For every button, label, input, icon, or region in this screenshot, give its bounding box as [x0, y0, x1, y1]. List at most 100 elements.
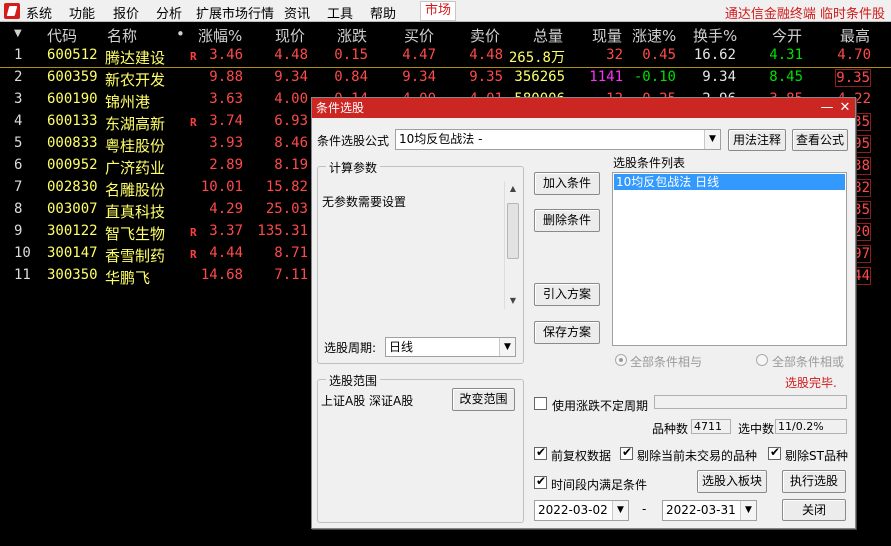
col-change-pct[interactable]: 涨幅%: [198, 25, 242, 46]
scroll-down-icon[interactable]: ▼: [505, 293, 521, 309]
col-ask[interactable]: 卖价: [470, 25, 500, 46]
speed: -0.10: [633, 69, 676, 85]
params-scrollbar[interactable]: ▲ ▼: [504, 181, 520, 309]
pre-adjust-label: 前复权数据: [551, 449, 612, 463]
menu-function[interactable]: 功能: [69, 3, 95, 22]
chevron-down-icon[interactable]: ▼: [612, 501, 628, 520]
stock-code: 600512: [47, 47, 98, 63]
close-button[interactable]: 关闭: [782, 499, 846, 521]
current-volume: 1141: [589, 69, 623, 85]
pre-adjust-checkbox[interactable]: [534, 445, 547, 460]
menu-help[interactable]: 帮助: [370, 3, 396, 22]
ask-price: 9.35: [469, 69, 503, 85]
exclude-untraded-label: 剔除当前未交易的品种: [637, 449, 758, 463]
row-index: 9: [14, 223, 23, 239]
view-formula-button[interactable]: 查看公式: [792, 129, 848, 151]
col-code[interactable]: 代码: [47, 25, 77, 46]
save-plan-button[interactable]: 保存方案: [534, 321, 600, 344]
to-block-button[interactable]: 选股入板块: [697, 470, 767, 493]
date-to-select[interactable]: 2022-03-31 ▼: [662, 500, 757, 521]
menu-market-tab[interactable]: 市场: [420, 1, 456, 21]
menu-tools[interactable]: 工具: [327, 3, 353, 22]
exclude-untraded-checkbox[interactable]: [620, 445, 633, 460]
menu-news[interactable]: 资讯: [284, 3, 310, 22]
price: 4.48: [274, 47, 308, 63]
stock-code: 003007: [47, 201, 98, 217]
minimize-icon[interactable]: —: [819, 98, 835, 118]
price: 4.00: [274, 91, 308, 107]
col-price[interactable]: 现价: [275, 25, 305, 46]
col-name[interactable]: 名称: [107, 25, 137, 46]
formula-value: 10均反包战法 -: [399, 132, 483, 146]
row-index: 11: [14, 267, 31, 283]
price: 6.93: [274, 113, 308, 129]
app-logo-icon: [4, 3, 20, 19]
change-pct: 4.29: [209, 201, 243, 217]
row-index: 1: [14, 47, 23, 63]
row-index: 7: [14, 179, 23, 195]
ask-price: 4.48: [469, 47, 503, 63]
high-price: 9.35: [835, 69, 871, 87]
chevron-down-icon[interactable]: ▼: [740, 501, 756, 520]
col-bid[interactable]: 买价: [404, 25, 434, 46]
uncertain-period-checkbox[interactable]: [534, 397, 547, 410]
col-turnover[interactable]: 换手%: [693, 25, 737, 46]
row-index: 3: [14, 91, 23, 107]
period-filter-checkbox[interactable]: [534, 474, 547, 489]
col-volume[interactable]: 总量: [533, 25, 563, 46]
col-diff[interactable]: 涨跌: [337, 25, 367, 46]
stock-name: 名雕股份: [105, 181, 166, 199]
radio-and[interactable]: [615, 354, 627, 366]
add-condition-button[interactable]: 加入条件: [534, 172, 600, 195]
menu-quote[interactable]: 报价: [113, 3, 139, 22]
close-icon[interactable]: ✕: [837, 98, 853, 118]
price: 15.82: [265, 179, 308, 195]
selected-value: 11/0.2%: [775, 419, 847, 434]
date-from-select[interactable]: 2022-03-02 ▼: [534, 500, 629, 521]
row-index: 8: [14, 201, 23, 217]
open-price: 8.45: [769, 69, 803, 85]
run-select-button[interactable]: 执行选股: [782, 470, 846, 493]
change-pct: 2.89: [209, 157, 243, 173]
params-group-title: 计算参数: [326, 159, 381, 176]
price: 25.03: [265, 201, 308, 217]
sort-down-icon[interactable]: ▼: [14, 28, 22, 39]
change-range-button[interactable]: 改变范围: [452, 388, 515, 411]
date-separator: -: [642, 502, 647, 516]
stock-name: 新农开发: [105, 71, 166, 89]
current-volume: 32: [606, 47, 623, 63]
col-current-vol[interactable]: 现量: [592, 25, 622, 46]
chevron-down-icon[interactable]: ▼: [704, 130, 720, 149]
condition-list[interactable]: 10均反包战法 日线: [612, 172, 847, 346]
scroll-up-icon[interactable]: ▲: [505, 181, 521, 197]
stock-name: 香雪制药: [105, 247, 166, 265]
menu-system[interactable]: 系统: [26, 3, 52, 22]
table-row[interactable]: 1 600512 腾达建设 R 3.46 4.48 0.15 4.47 4.48 265.8万 32…: [0, 45, 891, 67]
col-open[interactable]: 今开: [772, 25, 802, 46]
scroll-thumb[interactable]: [507, 203, 519, 259]
chevron-down-icon[interactable]: ▼: [499, 338, 515, 356]
stock-code: 600190: [47, 91, 98, 107]
stock-code: 300147: [47, 245, 98, 261]
change-pct: 3.93: [209, 135, 243, 151]
col-speed[interactable]: 涨速%: [632, 25, 676, 46]
import-plan-button[interactable]: 引入方案: [534, 283, 600, 306]
radio-or[interactable]: [756, 354, 768, 366]
menu-extended-market[interactable]: 扩展市场行情: [196, 3, 274, 22]
period-select[interactable]: 日线 ▼: [385, 337, 516, 357]
formula-select[interactable]: 10均反包战法 - ▼: [395, 129, 721, 150]
turnover: 16.62: [693, 47, 736, 63]
stock-code: 300350: [47, 267, 98, 283]
usage-notes-button[interactable]: 用法注释: [728, 129, 786, 151]
condition-list-item[interactable]: 10均反包战法 日线: [614, 174, 845, 190]
row-index: 4: [14, 113, 23, 129]
stock-name: 华鹏飞: [105, 269, 151, 287]
exclude-st-checkbox[interactable]: [768, 445, 781, 460]
table-row[interactable]: 2 600359 新农开发 9.88 9.34 0.84 9.34 9.35 356265 114…: [0, 67, 891, 89]
col-high[interactable]: 最高: [840, 25, 870, 46]
delete-condition-button[interactable]: 删除条件: [534, 209, 600, 232]
range-text: 上证A股 深证A股: [321, 394, 414, 408]
menu-analysis[interactable]: 分析: [156, 3, 182, 22]
row-index: 10: [14, 245, 31, 261]
condition-select-dialog: 条件选股 — ✕ 条件选股公式 10均反包战法 - ▼ 用法注释 查看公式 计算…: [311, 97, 856, 529]
